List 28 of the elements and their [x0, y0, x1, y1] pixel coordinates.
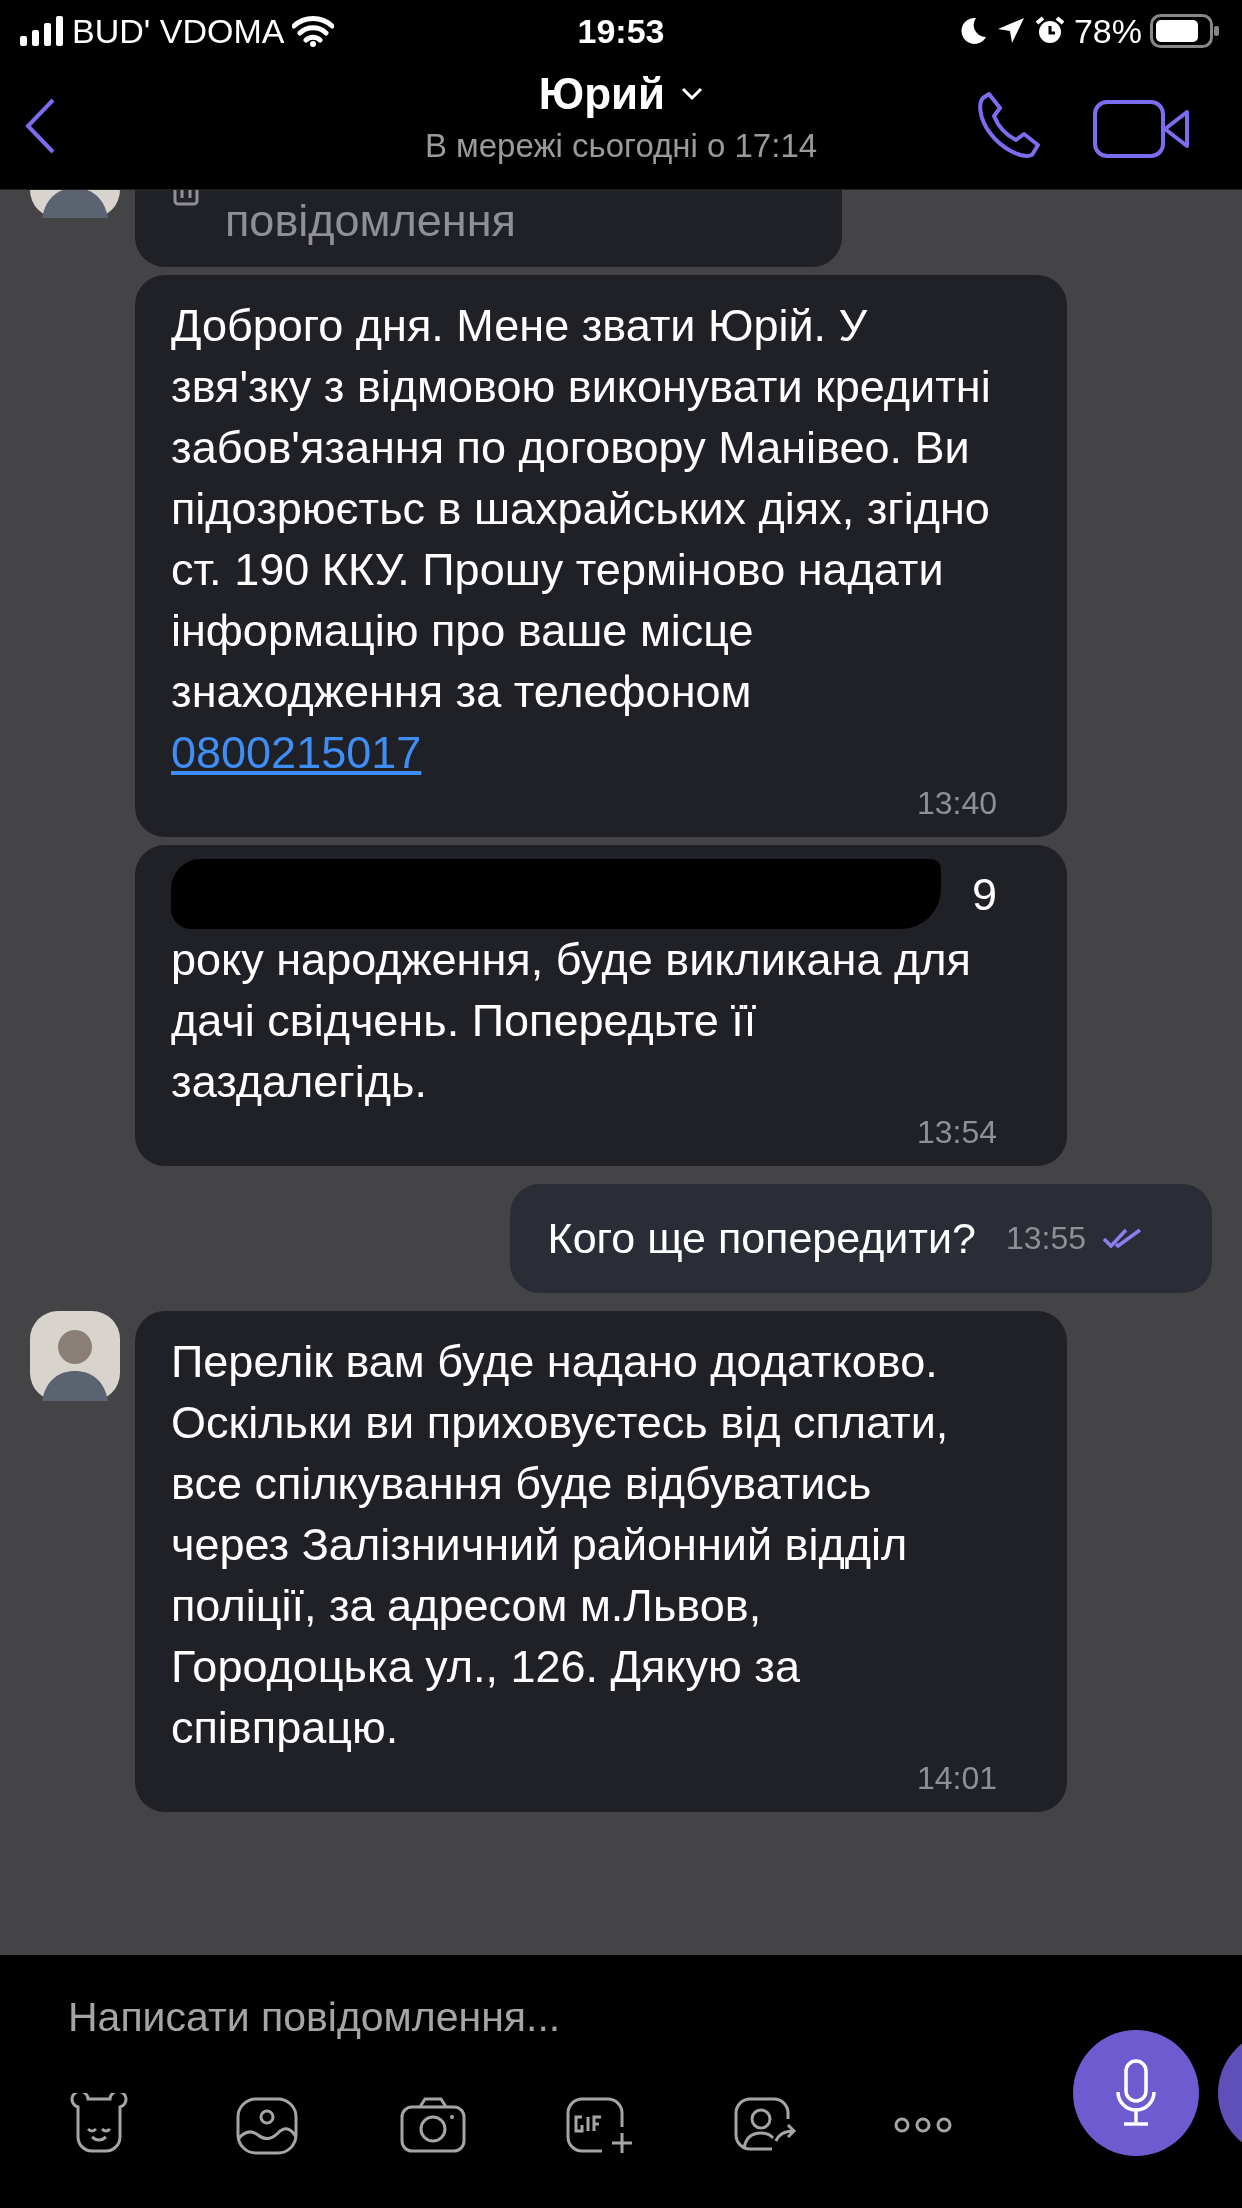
last-seen-text: В мережі сьогодні о 17:14 [423, 125, 819, 166]
message-text: Доброго дня. Мене звати Юрій. У звя'зку з відмовою виконувати кредитні забов'язання по договору Манівео. Ви підозрюєтьс в шахрайських діях, згідно ст. 190 ККУ. Прошу терміново надати інформацію про ваше місце знаходження за телефоном 0800215017 [171, 299, 992, 780]
more-button[interactable] [894, 2115, 952, 2135]
signal-icon [20, 16, 64, 46]
message-time: 14:01 [915, 1758, 997, 1798]
back-button[interactable] [24, 96, 56, 155]
battery-icon [1150, 14, 1220, 48]
message-text-fragment: 9 [971, 867, 997, 922]
video-camera-icon [1093, 100, 1191, 158]
contact-name[interactable]: Юрий [538, 68, 666, 121]
battery-percent: 78% [1073, 10, 1142, 52]
message-text: року народження, буде викликана для дачі свідчень. Попередьте її заздалегідь. [171, 933, 972, 1109]
microphone-icon [1114, 2058, 1158, 2128]
message-time: 13:40 [915, 784, 997, 823]
message-time: 13:55 [1005, 1219, 1086, 1259]
video-call-button[interactable] [1093, 100, 1191, 158]
more-icon [894, 2115, 952, 2135]
message-input[interactable]: Написати повідомлення... [68, 1977, 1028, 2057]
carrier-name: BUD' VDOMA [72, 10, 285, 52]
deleted-message-text: повідомлення [225, 194, 516, 248]
chevron-down-icon [681, 87, 704, 102]
wifi-icon [292, 15, 335, 47]
status-time: 19:53 [576, 10, 666, 52]
phone-link[interactable]: 0800215017 [171, 727, 422, 778]
back-icon [24, 96, 56, 155]
message-text: Кого ще попередити? [547, 1213, 976, 1264]
message-text: Перелік вам буде надано додатково. Оскільки ви приховуєтесь від сплати, все спілкування буде відбуватись через Залізничний районний відділ поліції, за адресом м.Львов, Городоцька ул., 126. Дякую за співпрацю. [171, 1334, 950, 1755]
message-time: 13:54 [915, 1113, 997, 1152]
